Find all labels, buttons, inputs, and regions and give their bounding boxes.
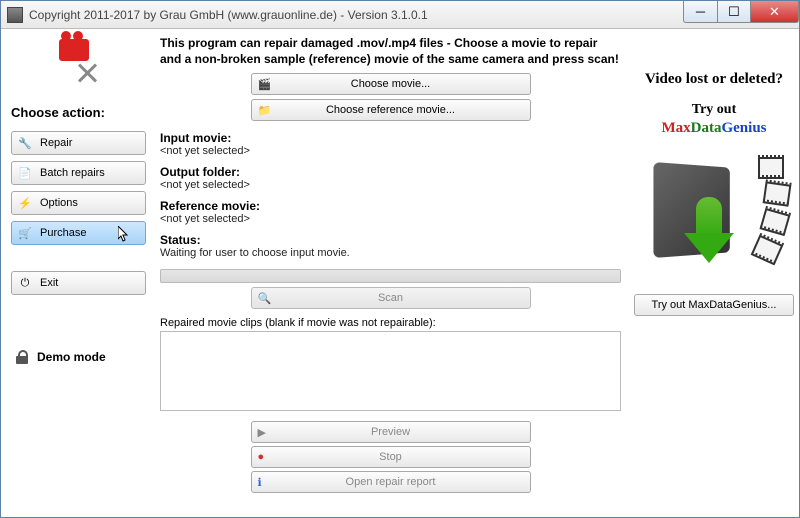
try-maxdatagenius-button[interactable]: Try out MaxDataGenius...: [634, 294, 794, 316]
scan-label: Scan: [378, 292, 403, 304]
batch-label: Batch repairs: [40, 167, 105, 179]
repair-button[interactable]: 🔧 Repair: [11, 131, 146, 155]
reference-movie-label: Reference movie:: [160, 199, 621, 213]
ad-graphic: [644, 147, 784, 282]
reference-movie-value: <not yet selected>: [160, 213, 621, 225]
sidebar-title: Choose action:: [11, 105, 146, 120]
ad-headline: Video lost or deleted?: [645, 71, 783, 88]
open-report-button[interactable]: ℹ Open repair report: [251, 471, 531, 493]
choose-movie-button[interactable]: 🎬 Choose movie...: [251, 73, 531, 95]
power-icon: ⏻: [18, 276, 32, 290]
progress-bar: [160, 269, 621, 283]
scan-button[interactable]: 🔍 Scan: [251, 287, 531, 309]
titlebar[interactable]: Copyright 2011-2017 by Grau GmbH (www.gr…: [1, 1, 799, 29]
app-icon: [7, 7, 23, 23]
choose-reference-button[interactable]: 📁 Choose reference movie...: [251, 99, 531, 121]
clips-listbox[interactable]: [160, 331, 621, 411]
maximize-button[interactable]: ☐: [717, 1, 751, 23]
options-label: Options: [40, 197, 78, 209]
app-logo: [54, 39, 104, 89]
titlebar-text: Copyright 2011-2017 by Grau GmbH (www.gr…: [29, 8, 683, 22]
stop-button[interactable]: ● Stop: [251, 446, 531, 468]
main-panel: This program can repair damaged .mov/.mp…: [156, 29, 629, 517]
film-icon: 🎬: [258, 78, 272, 91]
minimize-button[interactable]: ─: [683, 1, 717, 23]
exit-label: Exit: [40, 277, 58, 289]
output-folder-label: Output folder:: [160, 165, 621, 179]
ad-button-label: Try out MaxDataGenius...: [652, 299, 777, 311]
open-report-label: Open repair report: [346, 476, 436, 488]
document-icon: 📄: [18, 166, 32, 180]
demo-mode-indicator: Demo mode: [7, 350, 150, 364]
batch-repairs-button[interactable]: 📄 Batch repairs: [11, 161, 146, 185]
lightning-icon: ⚡: [18, 196, 32, 210]
demo-label: Demo mode: [37, 350, 106, 364]
choose-ref-label: Choose reference movie...: [326, 104, 455, 116]
folder-icon: 📁: [258, 104, 272, 117]
preview-label: Preview: [371, 426, 410, 438]
preview-button[interactable]: ▶ Preview: [251, 421, 531, 443]
choose-movie-label: Choose movie...: [351, 78, 430, 90]
purchase-button[interactable]: 🛒 Purchase: [11, 221, 146, 245]
status-label: Status:: [160, 233, 621, 247]
close-button[interactable]: ✕: [751, 1, 799, 23]
ad-subhead: Try out: [692, 102, 736, 118]
purchase-label: Purchase: [40, 227, 86, 239]
ad-panel: Video lost or deleted? Try out MaxDataGe…: [629, 29, 799, 517]
stop-icon: ●: [258, 451, 265, 463]
exit-button[interactable]: ⏻ Exit: [11, 271, 146, 295]
clips-label: Repaired movie clips (blank if movie was…: [160, 317, 621, 329]
output-folder-value: <not yet selected>: [160, 179, 621, 191]
info-icon: ℹ: [258, 476, 262, 489]
wrench-icon: 🔧: [18, 136, 32, 150]
repair-label: Repair: [40, 137, 72, 149]
cart-icon: 🛒: [18, 226, 32, 240]
options-button[interactable]: ⚡ Options: [11, 191, 146, 215]
play-icon: ▶: [258, 426, 266, 439]
input-movie-value: <not yet selected>: [160, 145, 621, 157]
ad-brand: MaxDataGenius: [661, 120, 766, 137]
status-value: Waiting for user to choose input movie.: [160, 247, 621, 259]
description-text: This program can repair damaged .mov/.mp…: [160, 35, 621, 73]
lock-icon: [15, 350, 29, 364]
sidebar: Choose action: 🔧 Repair 📄 Batch repairs …: [1, 29, 156, 517]
app-window: Copyright 2011-2017 by Grau GmbH (www.gr…: [0, 0, 800, 518]
input-movie-label: Input movie:: [160, 131, 621, 145]
stop-label: Stop: [379, 451, 402, 463]
magnifier-icon: 🔍: [258, 292, 272, 305]
